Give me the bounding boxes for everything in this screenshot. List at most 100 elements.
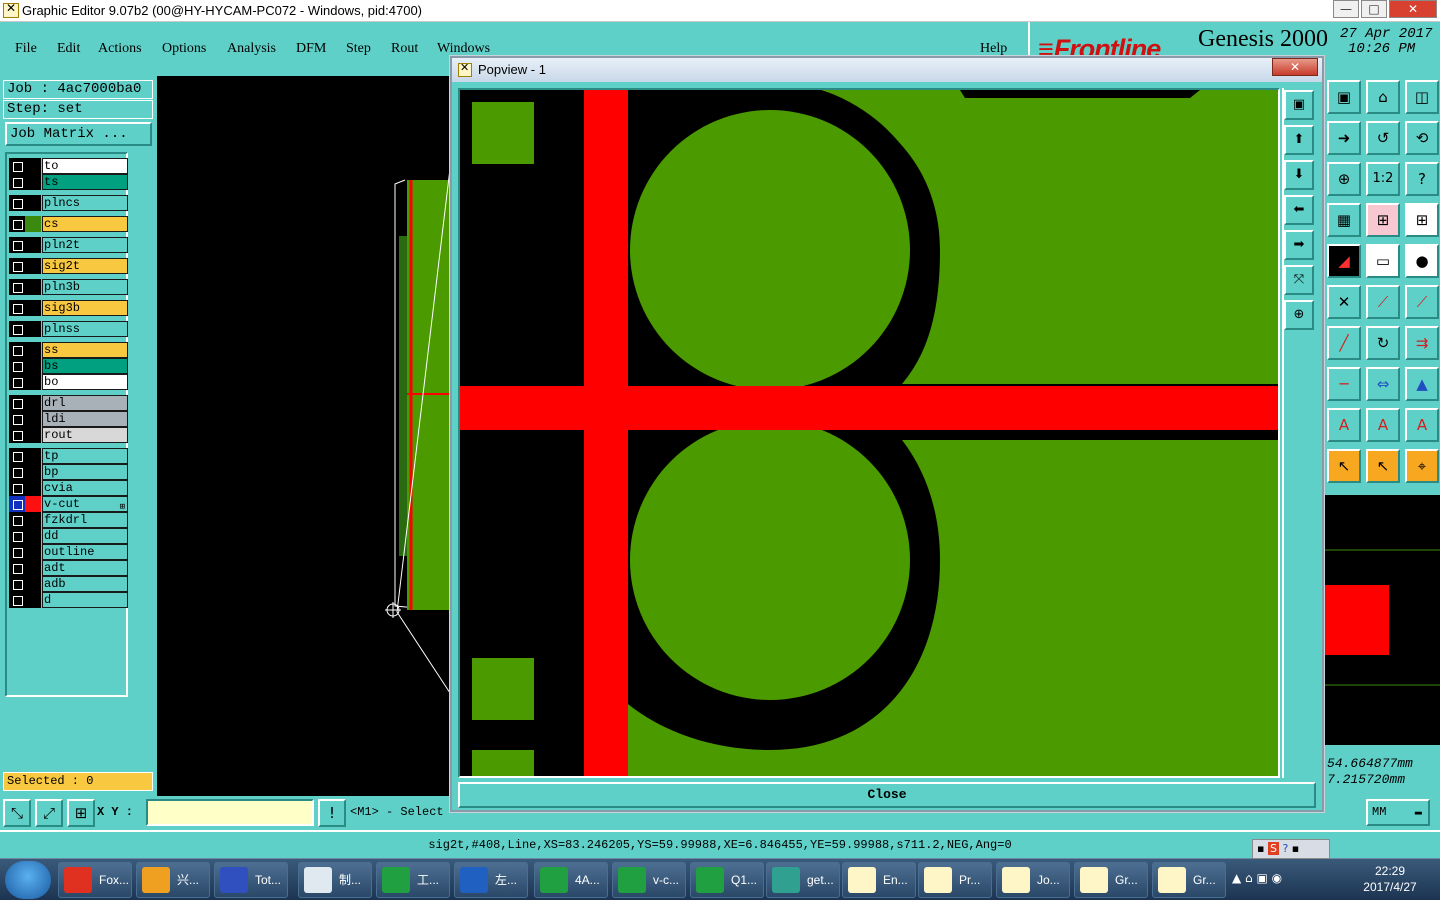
pv-pan-up-icon[interactable]: ⬆: [1284, 125, 1314, 155]
stretch-icon[interactable]: ⇔: [1366, 367, 1400, 401]
layer-checkbox[interactable]: [9, 374, 25, 390]
pan-right-icon[interactable]: ➜: [1327, 121, 1361, 155]
layer-name[interactable]: ss: [42, 342, 128, 358]
layer-name[interactable]: ldi: [42, 411, 128, 427]
taskbar-button[interactable]: 4A...: [534, 862, 608, 898]
menu-actions[interactable]: Actions: [98, 41, 142, 57]
split-view-icon[interactable]: ◫: [1405, 80, 1439, 114]
close-button[interactable]: ✕: [1389, 0, 1437, 18]
select-icon[interactable]: ↖: [1327, 449, 1361, 483]
layer-name[interactable]: plnss: [42, 321, 128, 337]
scale-1-2-icon[interactable]: 1:2: [1366, 162, 1400, 196]
layer-row-pln3b[interactable]: pln3b: [9, 279, 128, 295]
layer-checkbox[interactable]: [9, 496, 25, 512]
pv-center-icon[interactable]: ⊕: [1284, 300, 1314, 330]
snap-grid-icon[interactable]: ⊞: [1405, 203, 1439, 237]
menu-windows[interactable]: Windows: [437, 41, 490, 57]
taskbar-button[interactable]: v-c...: [612, 862, 686, 898]
layer-checkbox[interactable]: [9, 174, 25, 190]
layer-checkbox[interactable]: [9, 464, 25, 480]
menu-step[interactable]: Step: [346, 41, 371, 57]
help-icon[interactable]: ?: [1405, 162, 1439, 196]
snap-icon[interactable]: ⊞: [1366, 203, 1400, 237]
layer-row-cvia[interactable]: cvia: [9, 480, 128, 496]
taskbar-button[interactable]: Tot...: [214, 862, 288, 898]
menu-file[interactable]: File: [15, 41, 37, 57]
layer-checkbox[interactable]: [9, 448, 25, 464]
taskbar-button[interactable]: Fox...: [58, 862, 132, 898]
ruler-icon[interactable]: ▭: [1366, 244, 1400, 278]
home-icon[interactable]: ⌂: [1366, 80, 1400, 114]
menu-dfm[interactable]: DFM: [296, 41, 326, 57]
arc-icon[interactable]: ↻: [1366, 326, 1400, 360]
layer-checkbox[interactable]: [9, 576, 25, 592]
layer-row-d[interactable]: d: [9, 592, 128, 608]
tray-icons[interactable]: ▲ ⌂ ▣ ◉: [1232, 871, 1282, 885]
layer-name[interactable]: d: [42, 592, 128, 608]
layer-name[interactable]: plncs: [42, 195, 128, 211]
layer-row-tp[interactable]: tp: [9, 448, 128, 464]
layer-row-fzkdrl[interactable]: fzkdrl: [9, 512, 128, 528]
layer-checkbox[interactable]: [9, 342, 25, 358]
pad-icon[interactable]: ●: [1405, 244, 1439, 278]
taskbar-button[interactable]: Jo...: [996, 862, 1070, 898]
grid-toggle-icon[interactable]: ⊞: [67, 799, 95, 827]
layer-checkbox[interactable]: [9, 411, 25, 427]
zoom-out-icon[interactable]: ⤢: [35, 799, 63, 827]
redraw-icon[interactable]: ⟲: [1405, 121, 1439, 155]
layer-name[interactable]: tp: [42, 448, 128, 464]
layer-name[interactable]: adb: [42, 576, 128, 592]
layer-name[interactable]: outline: [42, 544, 128, 560]
layer-row-to[interactable]: to: [9, 158, 128, 174]
taskbar-button[interactable]: Pr...: [918, 862, 992, 898]
cross-icon[interactable]: ✕: [1327, 285, 1361, 319]
layer-name[interactable]: adt: [42, 560, 128, 576]
pv-zoom-icon[interactable]: ▣: [1284, 90, 1314, 120]
layer-name[interactable]: pln2t: [42, 237, 128, 253]
taskbar-button[interactable]: 左...: [454, 862, 528, 898]
layer-row-sig3b[interactable]: sig3b: [9, 300, 128, 316]
layer-checkbox[interactable]: [9, 195, 25, 211]
ime-bar[interactable]: ▪ S ? ▪: [1252, 839, 1330, 859]
text-b-icon[interactable]: A: [1366, 408, 1400, 442]
menu-rout[interactable]: Rout: [391, 41, 418, 57]
taskbar-button[interactable]: Gr...: [1152, 862, 1226, 898]
layer-row-bs[interactable]: bs: [9, 358, 128, 374]
layer-checkbox[interactable]: [9, 358, 25, 374]
layer-name[interactable]: cvia: [42, 480, 128, 496]
layer-row-sig2t[interactable]: sig2t: [9, 258, 128, 274]
undo-zoom-icon[interactable]: ↺: [1366, 121, 1400, 155]
alert-icon[interactable]: !: [318, 799, 346, 827]
popview-close-x[interactable]: ✕: [1272, 58, 1318, 76]
layer-checkbox[interactable]: [9, 279, 25, 295]
move-icon[interactable]: ─: [1327, 367, 1361, 401]
layer-row-bp[interactable]: bp: [9, 464, 128, 480]
taskbar-button[interactable]: En...: [842, 862, 916, 898]
taskbar-button[interactable]: Q1...: [690, 862, 764, 898]
layer-checkbox[interactable]: [9, 560, 25, 576]
pv-pan-down-icon[interactable]: ⬇: [1284, 160, 1314, 190]
layer-name[interactable]: drl: [42, 395, 128, 411]
zoom-in-icon[interactable]: ⤡: [3, 799, 31, 827]
mirror-icon[interactable]: ⇉: [1405, 326, 1439, 360]
select-net-icon[interactable]: ⌖: [1405, 449, 1439, 483]
layer-checkbox[interactable]: [9, 158, 25, 174]
layer-row-rout[interactable]: rout: [9, 427, 128, 443]
line-edit-icon[interactable]: ⟋: [1405, 285, 1439, 319]
taskbar-button[interactable]: 工...: [376, 862, 450, 898]
layer-row-pln2t[interactable]: pln2t: [9, 237, 128, 253]
pv-fit-icon[interactable]: ⤧: [1284, 265, 1314, 295]
taskbar-button[interactable]: Gr...: [1074, 862, 1148, 898]
layer-checkbox[interactable]: [9, 592, 25, 608]
layer-name[interactable]: dd: [42, 528, 128, 544]
layer-name[interactable]: cs: [42, 216, 128, 232]
layer-name[interactable]: bo: [42, 374, 128, 390]
select-point-icon[interactable]: ↖: [1366, 449, 1400, 483]
measure-icon[interactable]: ◢: [1327, 244, 1361, 278]
maximize-button[interactable]: □: [1361, 0, 1387, 18]
layer-checkbox[interactable]: [9, 395, 25, 411]
menu-options[interactable]: Options: [162, 41, 206, 57]
start-button[interactable]: [5, 861, 51, 899]
layer-name[interactable]: sig3b: [42, 300, 128, 316]
layer-checkbox[interactable]: [9, 300, 25, 316]
